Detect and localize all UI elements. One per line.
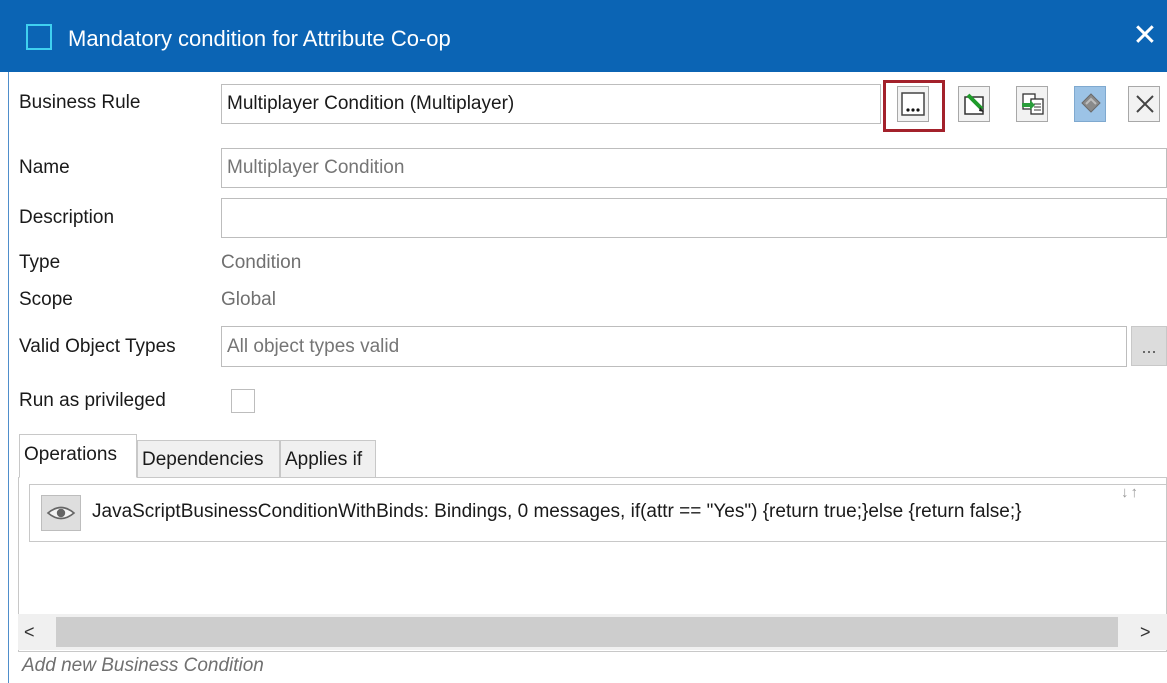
window-title: Mandatory condition for Attribute Co-op (68, 26, 451, 51)
view-operation-button[interactable] (41, 495, 81, 531)
close-icon[interactable]: ✕ (1130, 18, 1160, 54)
sort-arrows-icon[interactable]: ↓↑ (1121, 484, 1167, 506)
operation-row[interactable]: JavaScriptBusinessConditionWithBinds: Bi… (29, 484, 1167, 542)
window-icon (26, 24, 52, 50)
scope-value: Global (221, 289, 276, 310)
revert-icon (1081, 93, 1101, 113)
eye-icon (46, 506, 76, 520)
business-rule-field[interactable]: Multiplayer Condition (Multiplayer) (221, 84, 881, 124)
scroll-left-icon[interactable]: < (24, 622, 35, 643)
copy-icon (1022, 93, 1044, 115)
clear-button[interactable] (1128, 86, 1160, 122)
name-label: Name (19, 157, 70, 178)
tab-operations[interactable]: Operations (19, 434, 137, 478)
valid-object-types-field[interactable] (221, 326, 1127, 367)
clear-icon (1136, 95, 1154, 113)
edit-button[interactable] (958, 86, 990, 122)
run-as-privileged-label: Run as privileged (19, 390, 166, 411)
browse-button[interactable] (897, 86, 929, 122)
description-field[interactable] (221, 198, 1167, 238)
tab-dependencies[interactable]: Dependencies (137, 440, 280, 478)
tab-applies-if[interactable]: Applies if (280, 440, 376, 478)
valid-object-types-label: Valid Object Types (19, 336, 176, 357)
copy-button[interactable] (1016, 86, 1048, 122)
revert-button[interactable] (1074, 86, 1106, 122)
business-rule-label: Business Rule (19, 92, 141, 113)
add-new-business-condition-link[interactable]: Add new Business Condition (22, 655, 264, 677)
type-label: Type (19, 252, 61, 273)
edit-icon (964, 93, 984, 115)
name-field[interactable] (221, 148, 1167, 188)
browse-icon (901, 92, 925, 116)
type-value: Condition (221, 252, 302, 273)
scope-label: Scope (19, 289, 73, 310)
scroll-right-icon[interactable]: > (1140, 622, 1151, 643)
description-label: Description (19, 207, 115, 228)
scrollbar-thumb[interactable] (56, 617, 1118, 647)
run-as-privileged-checkbox[interactable] (231, 389, 255, 413)
title-bar: Mandatory condition for Attribute Co-op … (0, 0, 1167, 72)
horizontal-scrollbar[interactable]: < > (18, 614, 1167, 650)
operation-text: JavaScriptBusinessConditionWithBinds: Bi… (92, 501, 1022, 522)
valid-object-types-browse-button[interactable]: ... (1131, 326, 1167, 366)
